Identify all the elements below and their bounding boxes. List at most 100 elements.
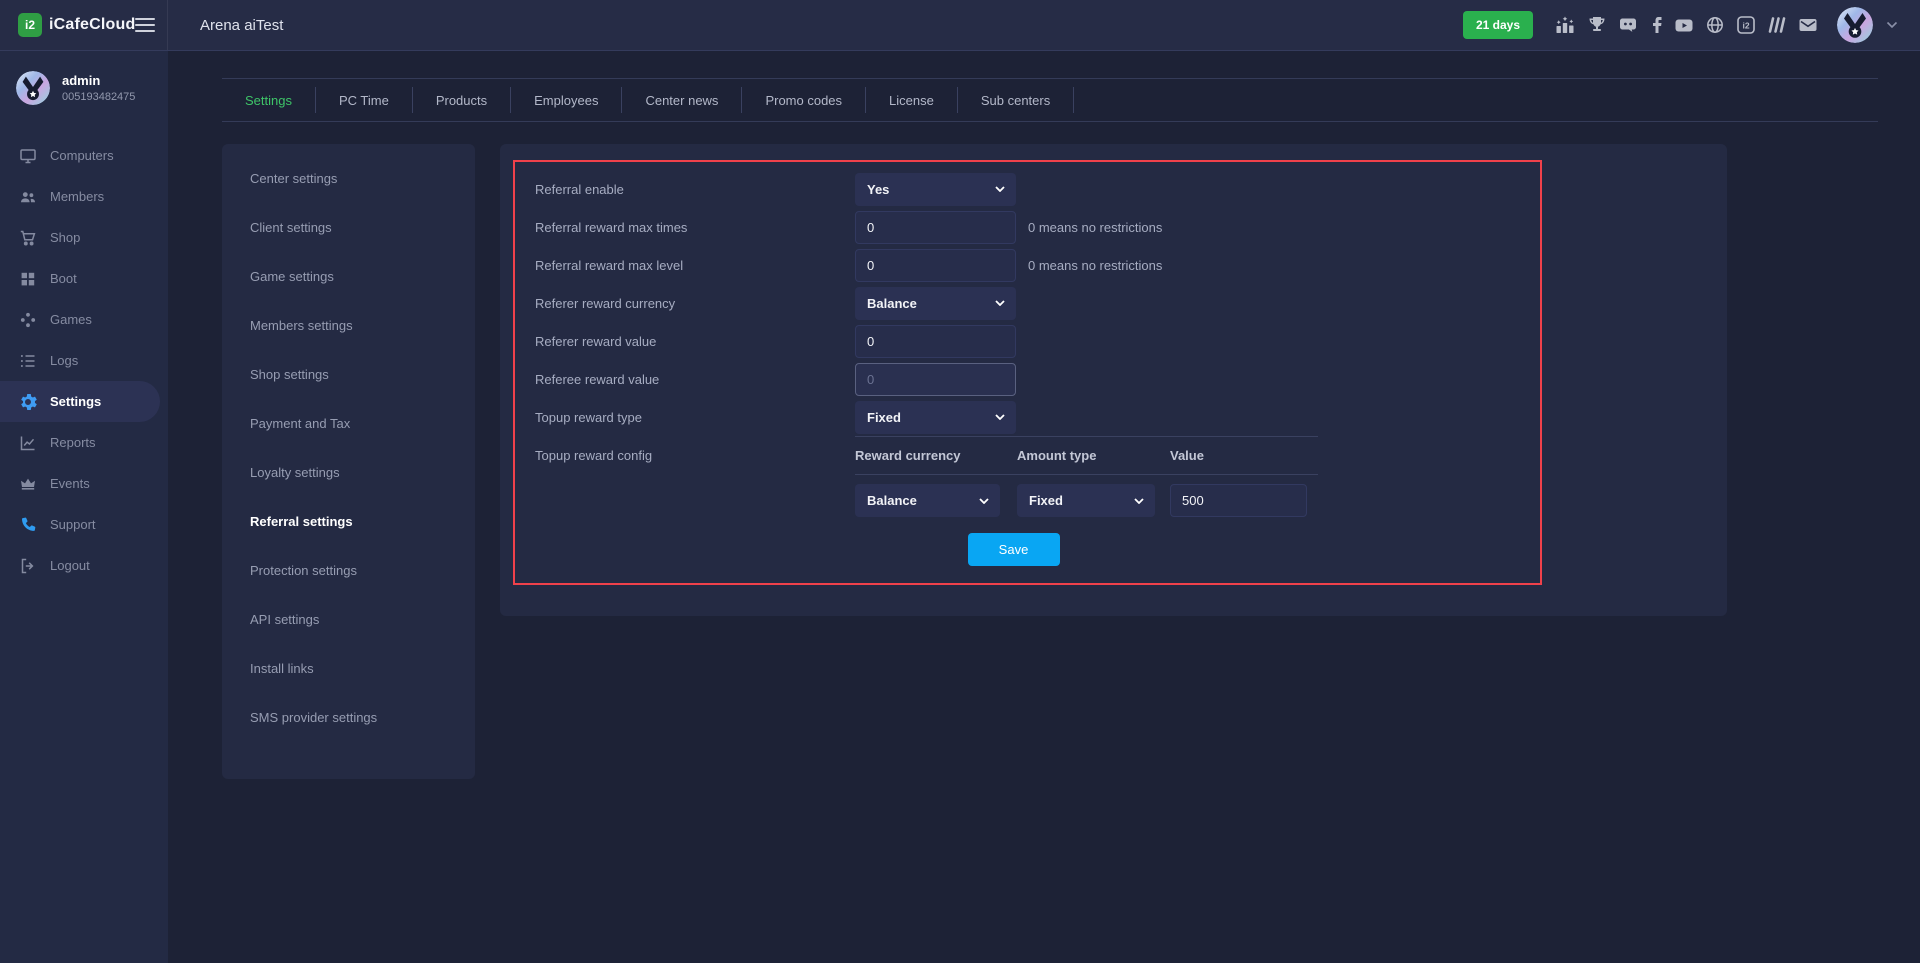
- submenu-item-payment-and-tax[interactable]: Payment and Tax: [222, 399, 475, 448]
- topbar-brand-section: i2 iCafeCloud: [0, 0, 168, 50]
- topup-reward-config-section: Topup reward config Reward currency Amou…: [515, 436, 1540, 517]
- hamburger-menu-icon[interactable]: [135, 18, 155, 32]
- sidebar-item-members[interactable]: Members: [0, 176, 168, 217]
- topbar: i2 iCafeCloud Arena aiTest 21 days: [0, 0, 1920, 51]
- submenu-item-shop-settings[interactable]: Shop settings: [222, 350, 475, 399]
- sidebar-item-label: Logout: [50, 558, 90, 573]
- field-label: Topup reward config: [535, 436, 855, 517]
- sidebar-item-events[interactable]: Events: [0, 463, 168, 504]
- submenu-item-center-settings[interactable]: Center settings: [222, 154, 475, 203]
- settings-submenu: Center settings Client settings Game set…: [222, 144, 475, 779]
- config-amount-type-select[interactable]: Fixed: [1017, 484, 1155, 517]
- sidebar-item-label: Shop: [50, 230, 80, 245]
- config-value-input[interactable]: [1170, 484, 1307, 517]
- ranking-icon[interactable]: [1554, 15, 1576, 35]
- sidebar-item-label: Events: [50, 476, 90, 491]
- sidebar-avatar: [16, 71, 50, 105]
- waves-icon[interactable]: [1767, 15, 1787, 35]
- referral-reward-max-times-input[interactable]: [855, 211, 1016, 244]
- tab-promo-codes[interactable]: Promo codes: [742, 93, 865, 108]
- submenu-item-loyalty-settings[interactable]: Loyalty settings: [222, 448, 475, 497]
- discord-icon[interactable]: [1618, 15, 1638, 35]
- facebook-icon[interactable]: [1649, 15, 1663, 35]
- chevron-down-icon[interactable]: [1886, 21, 1898, 29]
- topup-reward-type-select[interactable]: Fixed: [855, 401, 1016, 434]
- windows-icon: [19, 270, 37, 288]
- sidebar: admin 005193482475 Computers Members Sho…: [0, 51, 168, 963]
- referee-reward-value-input: [855, 363, 1016, 396]
- submenu-item-game-settings[interactable]: Game settings: [222, 252, 475, 301]
- trophy-icon[interactable]: [1587, 15, 1607, 35]
- icafecloud-app-icon[interactable]: i2: [1736, 15, 1756, 35]
- table-row: Balance Fixed: [855, 484, 1318, 517]
- sidebar-item-label: Logs: [50, 353, 78, 368]
- submenu-item-api-settings[interactable]: API settings: [222, 595, 475, 644]
- tab-employees[interactable]: Employees: [511, 93, 621, 108]
- submenu-item-members-settings[interactable]: Members settings: [222, 301, 475, 350]
- chevron-down-icon: [995, 300, 1005, 306]
- sidebar-item-label: Support: [50, 517, 96, 532]
- content: Center settings Client settings Game set…: [222, 144, 1920, 779]
- sidebar-item-label: Settings: [50, 394, 101, 409]
- chevron-down-icon: [995, 414, 1005, 420]
- tab-divider: [1073, 87, 1074, 113]
- monitor-icon: [19, 147, 37, 165]
- table-header-row: Reward currency Amount type Value: [855, 436, 1318, 475]
- sidebar-item-computers[interactable]: Computers: [0, 135, 168, 176]
- user-name: admin: [62, 73, 135, 88]
- save-button[interactable]: Save: [968, 533, 1060, 566]
- submenu-item-install-links[interactable]: Install links: [222, 644, 475, 693]
- globe-icon[interactable]: [1705, 15, 1725, 35]
- sidebar-item-settings[interactable]: Settings: [0, 381, 160, 422]
- tab-license[interactable]: License: [866, 93, 957, 108]
- form-row: Topup reward type Fixed: [515, 398, 1540, 436]
- referer-reward-currency-select[interactable]: Balance: [855, 287, 1016, 320]
- brand-link[interactable]: i2 iCafeCloud: [18, 13, 135, 37]
- field-label: Referral reward max times: [535, 220, 855, 235]
- youtube-icon[interactable]: [1674, 15, 1694, 35]
- mail-icon[interactable]: [1798, 15, 1818, 35]
- logout-icon: [19, 557, 37, 575]
- referer-reward-value-input[interactable]: [855, 325, 1016, 358]
- form-row: Referral reward max level 0 means no res…: [515, 246, 1540, 284]
- icafecloud-logo-icon: i2: [18, 13, 42, 37]
- column-header: Value: [1170, 448, 1318, 463]
- license-days-badge[interactable]: 21 days: [1463, 11, 1533, 39]
- sidebar-item-logs[interactable]: Logs: [0, 340, 168, 381]
- highlight-red-box: Referral enable Yes Referral reward max …: [513, 160, 1542, 585]
- gamepad-icon: [19, 311, 37, 329]
- chevron-down-icon: [979, 498, 989, 504]
- referral-reward-max-level-input[interactable]: [855, 249, 1016, 282]
- submenu-item-protection-settings[interactable]: Protection settings: [222, 546, 475, 595]
- field-hint: 0 means no restrictions: [1028, 220, 1162, 235]
- tab-pc-time[interactable]: PC Time: [316, 93, 412, 108]
- sidebar-item-shop[interactable]: Shop: [0, 217, 168, 258]
- config-reward-currency-select[interactable]: Balance: [855, 484, 1000, 517]
- sidebar-item-label: Computers: [50, 148, 114, 163]
- column-header: Reward currency: [855, 448, 1017, 463]
- user-avatar[interactable]: [1837, 7, 1873, 43]
- sidebar-item-label: Members: [50, 189, 104, 204]
- sidebar-item-support[interactable]: Support: [0, 504, 168, 545]
- sidebar-item-logout[interactable]: Logout: [0, 545, 168, 586]
- chevron-down-icon: [1134, 498, 1144, 504]
- tab-products[interactable]: Products: [413, 93, 510, 108]
- submenu-item-client-settings[interactable]: Client settings: [222, 203, 475, 252]
- tab-center-news[interactable]: Center news: [622, 93, 741, 108]
- tab-settings[interactable]: Settings: [222, 93, 315, 108]
- submenu-item-referral-settings[interactable]: Referral settings: [222, 497, 475, 546]
- sidebar-item-boot[interactable]: Boot: [0, 258, 168, 299]
- sidebar-nav: Computers Members Shop Boot Games Logs: [0, 135, 168, 586]
- field-label: Referee reward value: [535, 372, 855, 387]
- topbar-actions: 21 days: [1463, 7, 1920, 43]
- submenu-item-sms-provider-settings[interactable]: SMS provider settings: [222, 693, 475, 742]
- sidebar-item-label: Reports: [50, 435, 96, 450]
- referral-enable-select[interactable]: Yes: [855, 173, 1016, 206]
- select-value: Yes: [867, 182, 889, 197]
- chart-icon: [19, 434, 37, 452]
- sidebar-item-games[interactable]: Games: [0, 299, 168, 340]
- sidebar-item-reports[interactable]: Reports: [0, 422, 168, 463]
- tab-sub-centers[interactable]: Sub centers: [958, 93, 1073, 108]
- gear-icon: [19, 393, 37, 411]
- svg-text:i2: i2: [1742, 21, 1749, 31]
